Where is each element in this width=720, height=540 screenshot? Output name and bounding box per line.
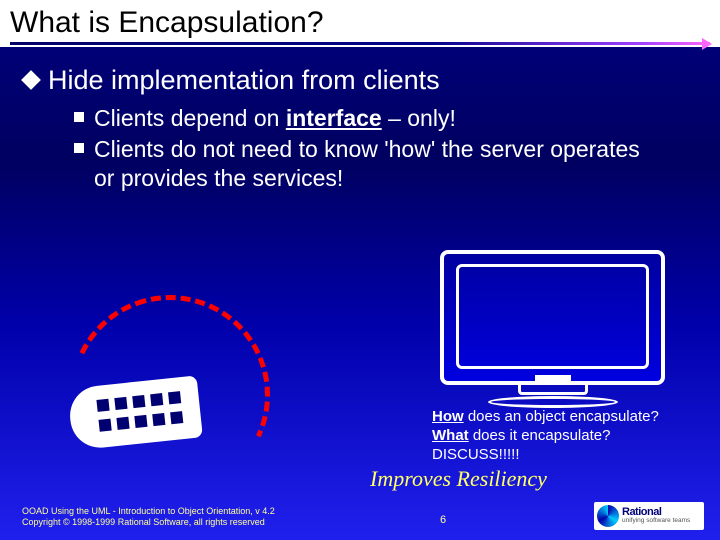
what-word: What <box>432 427 469 444</box>
remote-button-icon <box>170 411 183 424</box>
bullet-main-text: Hide implementation from clients <box>48 65 440 96</box>
rational-logo: Rational unifying software teams <box>594 502 704 530</box>
question-line-2: What does it encapsulate? <box>432 427 659 446</box>
remote-button-icon <box>134 415 147 428</box>
title-underline <box>10 42 710 45</box>
how-word: How <box>432 408 464 425</box>
remote-button-icon <box>96 399 109 412</box>
what-rest: does it encapsulate? <box>469 427 611 444</box>
square-bullet-icon <box>74 112 84 122</box>
page-number: 6 <box>440 514 446 526</box>
monitor-stand <box>518 385 588 395</box>
resiliency-text: Improves Resiliency <box>370 466 547 492</box>
sub1-pre: Clients depend on <box>94 105 286 131</box>
content-area: Hide implementation from clients Clients… <box>0 47 720 192</box>
square-bullet-icon <box>74 143 84 153</box>
discuss-line: DISCUSS!!!!! <box>432 446 659 465</box>
remote-button-icon <box>152 413 165 426</box>
remote-button-icon <box>150 393 163 406</box>
monitor-screen <box>456 264 649 369</box>
question-line-1: How does an object encapsulate? <box>432 408 659 427</box>
sub-bullet-1-text: Clients depend on interface – only! <box>94 104 456 133</box>
sub1-post: – only! <box>382 105 456 131</box>
bullet-main-row: Hide implementation from clients <box>24 65 710 96</box>
title-bar: What is Encapsulation? <box>0 0 720 47</box>
monitor-base <box>488 396 618 408</box>
sub-bullet-2: Clients do not need to know 'how' the se… <box>74 135 710 193</box>
remote-button-icon <box>116 417 129 430</box>
discussion-questions: How does an object encapsulate? What doe… <box>432 408 659 464</box>
logo-swirl-icon <box>597 505 619 527</box>
logo-text-block: Rational unifying software teams <box>622 507 690 525</box>
monitor-body <box>440 250 665 385</box>
footer-line-2: Copyright © 1998-1999 Rational Software,… <box>22 517 275 528</box>
monitor-button-icon <box>535 375 571 382</box>
remote-button-icon <box>132 395 145 408</box>
sub-bullet-1: Clients depend on interface – only! <box>74 104 710 133</box>
interface-word: interface <box>286 105 382 131</box>
remote-button-icon <box>114 397 127 410</box>
how-rest: does an object encapsulate? <box>464 408 659 425</box>
logo-tagline: unifying software teams <box>622 518 690 525</box>
remote-button-icon <box>99 419 112 432</box>
footer-copyright: OOAD Using the UML - Introduction to Obj… <box>22 506 275 528</box>
arrowhead-icon <box>702 38 712 50</box>
diamond-bullet-icon <box>21 70 41 90</box>
slide-title: What is Encapsulation? <box>10 6 710 40</box>
footer-line-1: OOAD Using the UML - Introduction to Obj… <box>22 506 275 517</box>
remote-button-icon <box>168 391 181 404</box>
monitor-graphic <box>440 250 665 410</box>
sub-bullet-list: Clients depend on interface – only! Clie… <box>74 104 710 192</box>
sub-bullet-2-text: Clients do not need to know 'how' the se… <box>94 135 654 193</box>
